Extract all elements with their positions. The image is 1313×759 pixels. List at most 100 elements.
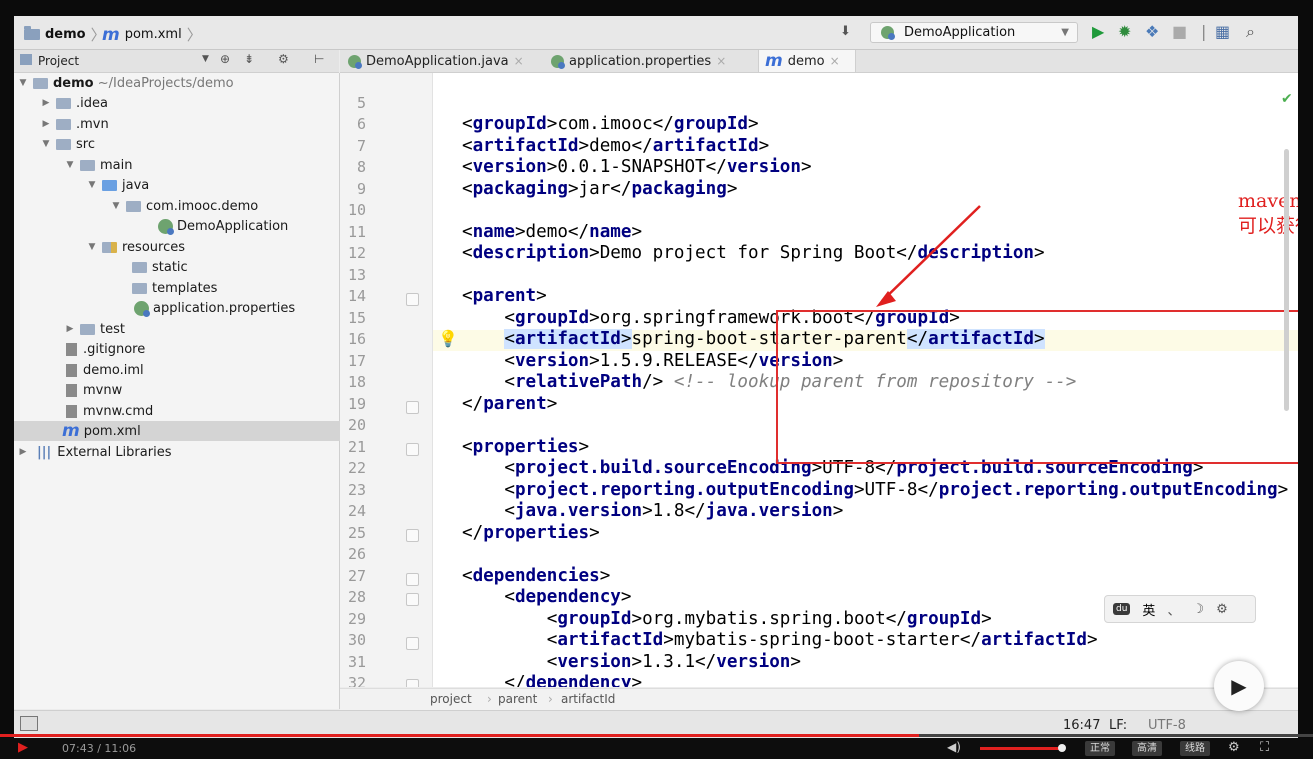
expand-arrow-icon[interactable]: ▼ bbox=[64, 160, 76, 170]
tree-item-gitignore[interactable]: .gitignore bbox=[14, 339, 385, 359]
spring-properties-icon bbox=[551, 54, 565, 69]
tree-item-test[interactable]: ▶ test bbox=[14, 319, 389, 339]
folder-icon bbox=[24, 26, 40, 40]
expand-arrow-icon[interactable]: ▼ bbox=[17, 78, 29, 88]
dropdown-arrow-icon[interactable]: ▼ bbox=[202, 54, 209, 64]
play-button[interactable]: ▶ bbox=[1214, 661, 1264, 711]
spring-boot-icon bbox=[881, 26, 895, 40]
breadcrumb-artifactid[interactable]: artifactId bbox=[561, 692, 615, 706]
hide-panel-icon[interactable]: ⊢ bbox=[314, 52, 324, 66]
expand-arrow-icon[interactable]: ▶ bbox=[17, 447, 29, 457]
project-view-icon bbox=[20, 54, 32, 65]
ime-logo-icon[interactable]: du bbox=[1113, 603, 1131, 615]
close-tab-icon[interactable]: × bbox=[830, 54, 840, 68]
breadcrumb-parent[interactable]: parent bbox=[498, 692, 537, 706]
tree-item-mvnw-cmd[interactable]: mvnw.cmd bbox=[14, 401, 385, 421]
folder-icon bbox=[132, 261, 147, 273]
tree-item-demo-iml[interactable]: demo.iml bbox=[14, 360, 385, 380]
resources-folder-icon bbox=[102, 241, 117, 253]
editor-tabs: DemoApplication.java × application.prope… bbox=[340, 50, 1298, 73]
spring-boot-class-icon bbox=[348, 54, 362, 69]
breadcrumb-project[interactable]: project bbox=[430, 692, 472, 706]
tab-demo-pom[interactable]: m demo × bbox=[758, 50, 856, 72]
video-controls: ▶ 07:43 / 11:06 ◀) 正常 高清 线路 ⚙ ⛶ bbox=[0, 738, 1313, 759]
check-icon: ✔ bbox=[1281, 91, 1293, 107]
volume-slider[interactable] bbox=[980, 747, 1062, 750]
vertical-scrollbar[interactable] bbox=[1284, 149, 1289, 411]
expand-arrow-icon[interactable]: ▶ bbox=[64, 324, 76, 334]
ide-window: demo 〉 m pom.xml 〉 ⬇ DemoApplication ▼ ▶… bbox=[14, 16, 1298, 738]
collapse-all-icon[interactable]: ⇟ bbox=[244, 52, 254, 66]
video-progress-bar[interactable] bbox=[0, 734, 1313, 737]
project-view-select[interactable]: Project bbox=[38, 54, 79, 68]
dropdown-arrow-icon: ▼ bbox=[1061, 27, 1069, 38]
tree-item-external-libraries[interactable]: ▶ ||| External Libraries bbox=[14, 442, 342, 462]
scroll-from-source-icon[interactable]: ⊕ bbox=[220, 52, 230, 66]
folder-icon bbox=[132, 282, 147, 294]
file-encoding[interactable]: UTF-8 bbox=[1148, 718, 1186, 733]
expand-arrow-icon[interactable]: ▼ bbox=[86, 242, 98, 252]
video-time: 07:43 / 11:06 bbox=[62, 742, 137, 755]
project-panel-header: Project ▼ ⊕ ⇟ ⚙ ⊢ bbox=[14, 50, 339, 73]
tab-demoapplication-java[interactable]: DemoApplication.java × bbox=[342, 50, 540, 72]
video-progress-fill bbox=[0, 734, 920, 737]
navigation-bar: demo 〉 m pom.xml 〉 ⬇ DemoApplication ▼ ▶… bbox=[14, 16, 1298, 50]
tree-item-demo[interactable]: ▼ demo ~/IdeaProjects/demo bbox=[14, 73, 342, 93]
tree-item-main[interactable]: ▼ main bbox=[14, 155, 389, 175]
folder-icon bbox=[56, 118, 71, 130]
run-with-coverage-icon[interactable]: ❖ bbox=[1145, 23, 1159, 41]
expand-arrow-icon[interactable]: ▶ bbox=[40, 119, 52, 129]
project-tree: ▼ demo ~/IdeaProjects/demo ▶ .idea ▶ .mvn ▼… bbox=[14, 73, 387, 709]
gear-icon[interactable]: ⚙ bbox=[278, 52, 289, 66]
chevron-right-icon: › bbox=[548, 692, 553, 706]
file-icon bbox=[66, 404, 77, 418]
package-icon bbox=[126, 200, 141, 212]
nav-crumb-pom[interactable]: m pom.xml 〉 bbox=[102, 24, 202, 45]
run-icon[interactable]: ▶ bbox=[1092, 23, 1104, 41]
moon-icon[interactable]: ☽ bbox=[1192, 602, 1204, 617]
stop-icon[interactable]: ■ bbox=[1172, 23, 1187, 41]
settings-icon[interactable]: ⚙ bbox=[1216, 602, 1228, 617]
tree-item-src[interactable]: ▼ src bbox=[14, 134, 365, 154]
expand-arrow-icon[interactable]: ▼ bbox=[40, 139, 52, 149]
play-icon: ▶ bbox=[1231, 674, 1247, 698]
ime-language-toggle[interactable]: 英 bbox=[1142, 600, 1155, 619]
volume-handle[interactable] bbox=[1058, 744, 1066, 752]
line-separator[interactable]: LF: bbox=[1109, 718, 1127, 733]
route-button[interactable]: 线路 bbox=[1180, 741, 1210, 756]
separator-icon: | bbox=[1201, 22, 1207, 41]
tool-windows-icon[interactable] bbox=[20, 716, 38, 731]
punctuation-icon[interactable]: 、 bbox=[1167, 600, 1180, 619]
search-icon[interactable]: ⌕ bbox=[1246, 23, 1255, 41]
folder-icon bbox=[80, 323, 95, 335]
run-configuration-select[interactable]: DemoApplication ▼ bbox=[870, 22, 1078, 43]
expand-arrow-icon[interactable]: ▶ bbox=[40, 98, 52, 108]
caret-position[interactable]: 16:47 bbox=[1063, 718, 1100, 733]
quality-hd-button[interactable]: 高清 bbox=[1132, 741, 1162, 756]
expand-arrow-icon[interactable]: ▼ bbox=[110, 201, 122, 211]
close-tab-icon[interactable]: × bbox=[514, 54, 524, 68]
tree-item-pom-xml[interactable]: m pom.xml bbox=[14, 421, 387, 441]
quality-normal-button[interactable]: 正常 bbox=[1085, 741, 1115, 756]
play-icon[interactable]: ▶ bbox=[18, 740, 28, 755]
chevron-right-icon: 〉 bbox=[186, 26, 202, 44]
chevron-right-icon: › bbox=[487, 692, 492, 706]
file-icon bbox=[66, 342, 77, 356]
debug-icon[interactable]: ✹ bbox=[1118, 23, 1131, 41]
spring-boot-class-icon bbox=[158, 218, 174, 235]
fullscreen-icon[interactable]: ⛶ bbox=[1260, 740, 1269, 755]
tree-item-mvnw[interactable]: mvnw bbox=[14, 380, 385, 400]
build-project-icon[interactable]: ⬇ bbox=[840, 23, 851, 41]
volume-icon[interactable]: ◀) bbox=[947, 740, 961, 754]
file-icon bbox=[66, 383, 77, 397]
maven-icon: m bbox=[765, 51, 783, 71]
tab-application-properties[interactable]: application.properties × bbox=[545, 50, 755, 72]
tree-item-idea[interactable]: ▶ .idea bbox=[14, 93, 365, 113]
close-tab-icon[interactable]: × bbox=[716, 54, 726, 68]
tree-item-mvn[interactable]: ▶ .mvn bbox=[14, 114, 365, 134]
gear-icon[interactable]: ⚙ bbox=[1228, 740, 1240, 755]
project-structure-icon[interactable]: ▦ bbox=[1215, 23, 1230, 41]
expand-arrow-icon[interactable]: ▼ bbox=[86, 180, 98, 190]
ime-toolbar: du 英 、 ☽ ⚙ bbox=[1104, 595, 1256, 623]
nav-crumb-demo[interactable]: demo 〉 bbox=[24, 24, 106, 45]
